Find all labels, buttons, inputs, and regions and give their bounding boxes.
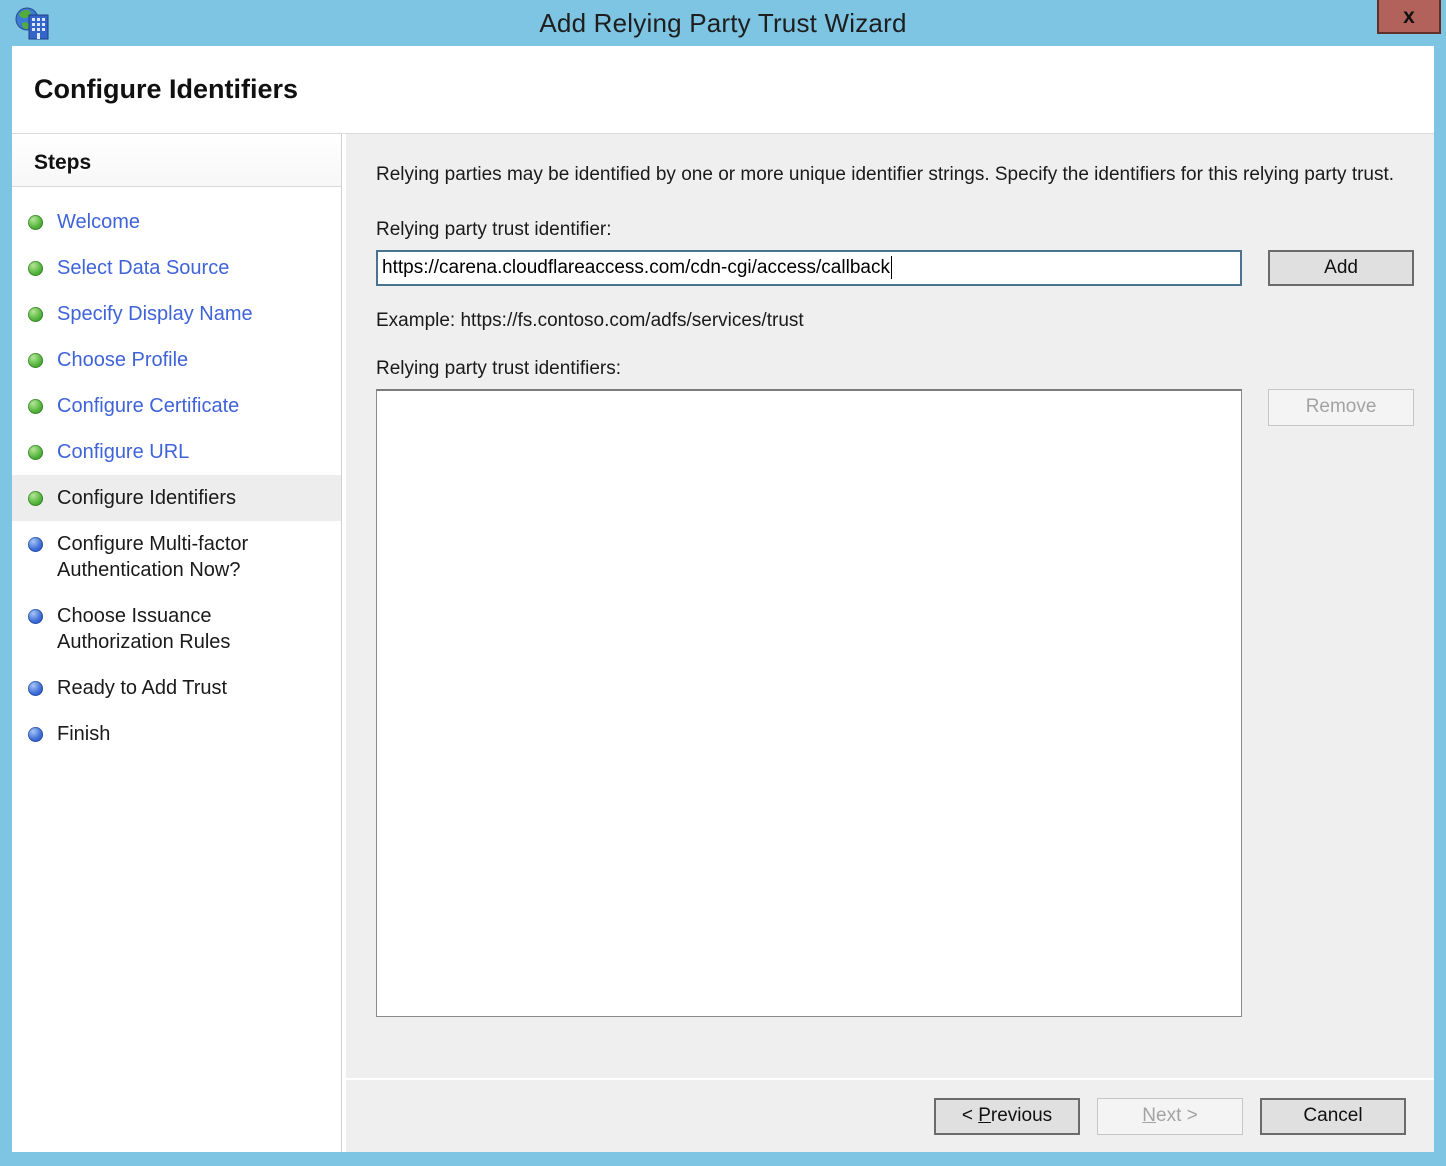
- page-header: Configure Identifiers: [12, 46, 1434, 134]
- adfs-app-icon: [14, 5, 50, 46]
- window-title: Add Relying Party Trust Wizard: [539, 7, 907, 38]
- close-icon: x: [1403, 4, 1415, 28]
- title-bar: Add Relying Party Trust Wizard x: [0, 0, 1446, 46]
- step-configure-mfa: Configure Multi-factor Authentication No…: [12, 521, 341, 593]
- step-select-data-source: Select Data Source: [12, 245, 341, 291]
- steps-sidebar: Steps Welcome Select Data Source Specify…: [12, 134, 342, 1152]
- page-title: Configure Identifiers: [34, 74, 299, 104]
- wizard-window: Add Relying Party Trust Wizard x Configu…: [0, 0, 1446, 1166]
- step-upcoming-bullet-icon: [28, 537, 43, 552]
- example-text: Example: https://fs.contoso.com/adfs/ser…: [376, 309, 804, 331]
- next-button[interactable]: Next >: [1097, 1097, 1243, 1135]
- step-done-bullet-icon: [28, 399, 43, 414]
- step-done-bullet-icon: [28, 445, 43, 460]
- identifier-field-label: Relying party trust identifier:: [376, 218, 612, 240]
- text-caret: [890, 256, 892, 280]
- previous-button[interactable]: < Previous: [934, 1097, 1080, 1135]
- step-finish: Finish: [12, 711, 341, 757]
- step-configure-certificate: Configure Certificate: [12, 383, 341, 429]
- identifiers-list-label: Relying party trust identifiers:: [376, 357, 621, 379]
- cancel-button[interactable]: Cancel: [1260, 1097, 1406, 1135]
- add-button[interactable]: Add: [1268, 249, 1414, 286]
- step-upcoming-bullet-icon: [28, 681, 43, 696]
- step-done-bullet-icon: [28, 491, 43, 506]
- step-configure-url: Configure URL: [12, 429, 341, 475]
- step-welcome: Welcome: [12, 199, 341, 245]
- steps-list: Welcome Select Data Source Specify Displ…: [12, 187, 341, 757]
- remove-button[interactable]: Remove: [1268, 388, 1414, 426]
- step-configure-identifiers-current: Configure Identifiers: [12, 475, 341, 521]
- identifiers-listbox[interactable]: [376, 388, 1243, 1017]
- intro-text: Relying parties may be identified by one…: [376, 164, 1395, 185]
- step-done-bullet-icon: [28, 353, 43, 368]
- close-button[interactable]: x: [1377, 0, 1441, 34]
- step-ready-to-add-trust: Ready to Add Trust: [12, 665, 341, 711]
- identifier-input[interactable]: https://carena.cloudflareaccess.com/cdn-…: [376, 249, 1243, 286]
- wizard-footer: < Previous Next > Cancel: [346, 1078, 1434, 1152]
- identifier-input-value: https://carena.cloudflareaccess.com/cdn-…: [382, 256, 890, 278]
- main-content: Relying parties may be identified by one…: [346, 134, 1434, 1078]
- step-done-bullet-icon: [28, 261, 43, 276]
- steps-heading: Steps: [12, 134, 341, 187]
- step-upcoming-bullet-icon: [28, 609, 43, 624]
- step-choose-profile: Choose Profile: [12, 337, 341, 383]
- step-done-bullet-icon: [28, 307, 43, 322]
- step-specify-display-name: Specify Display Name: [12, 291, 341, 337]
- step-choose-issuance-rules: Choose Issuance Authorization Rules: [12, 593, 341, 665]
- step-done-bullet-icon: [28, 215, 43, 230]
- step-upcoming-bullet-icon: [28, 727, 43, 742]
